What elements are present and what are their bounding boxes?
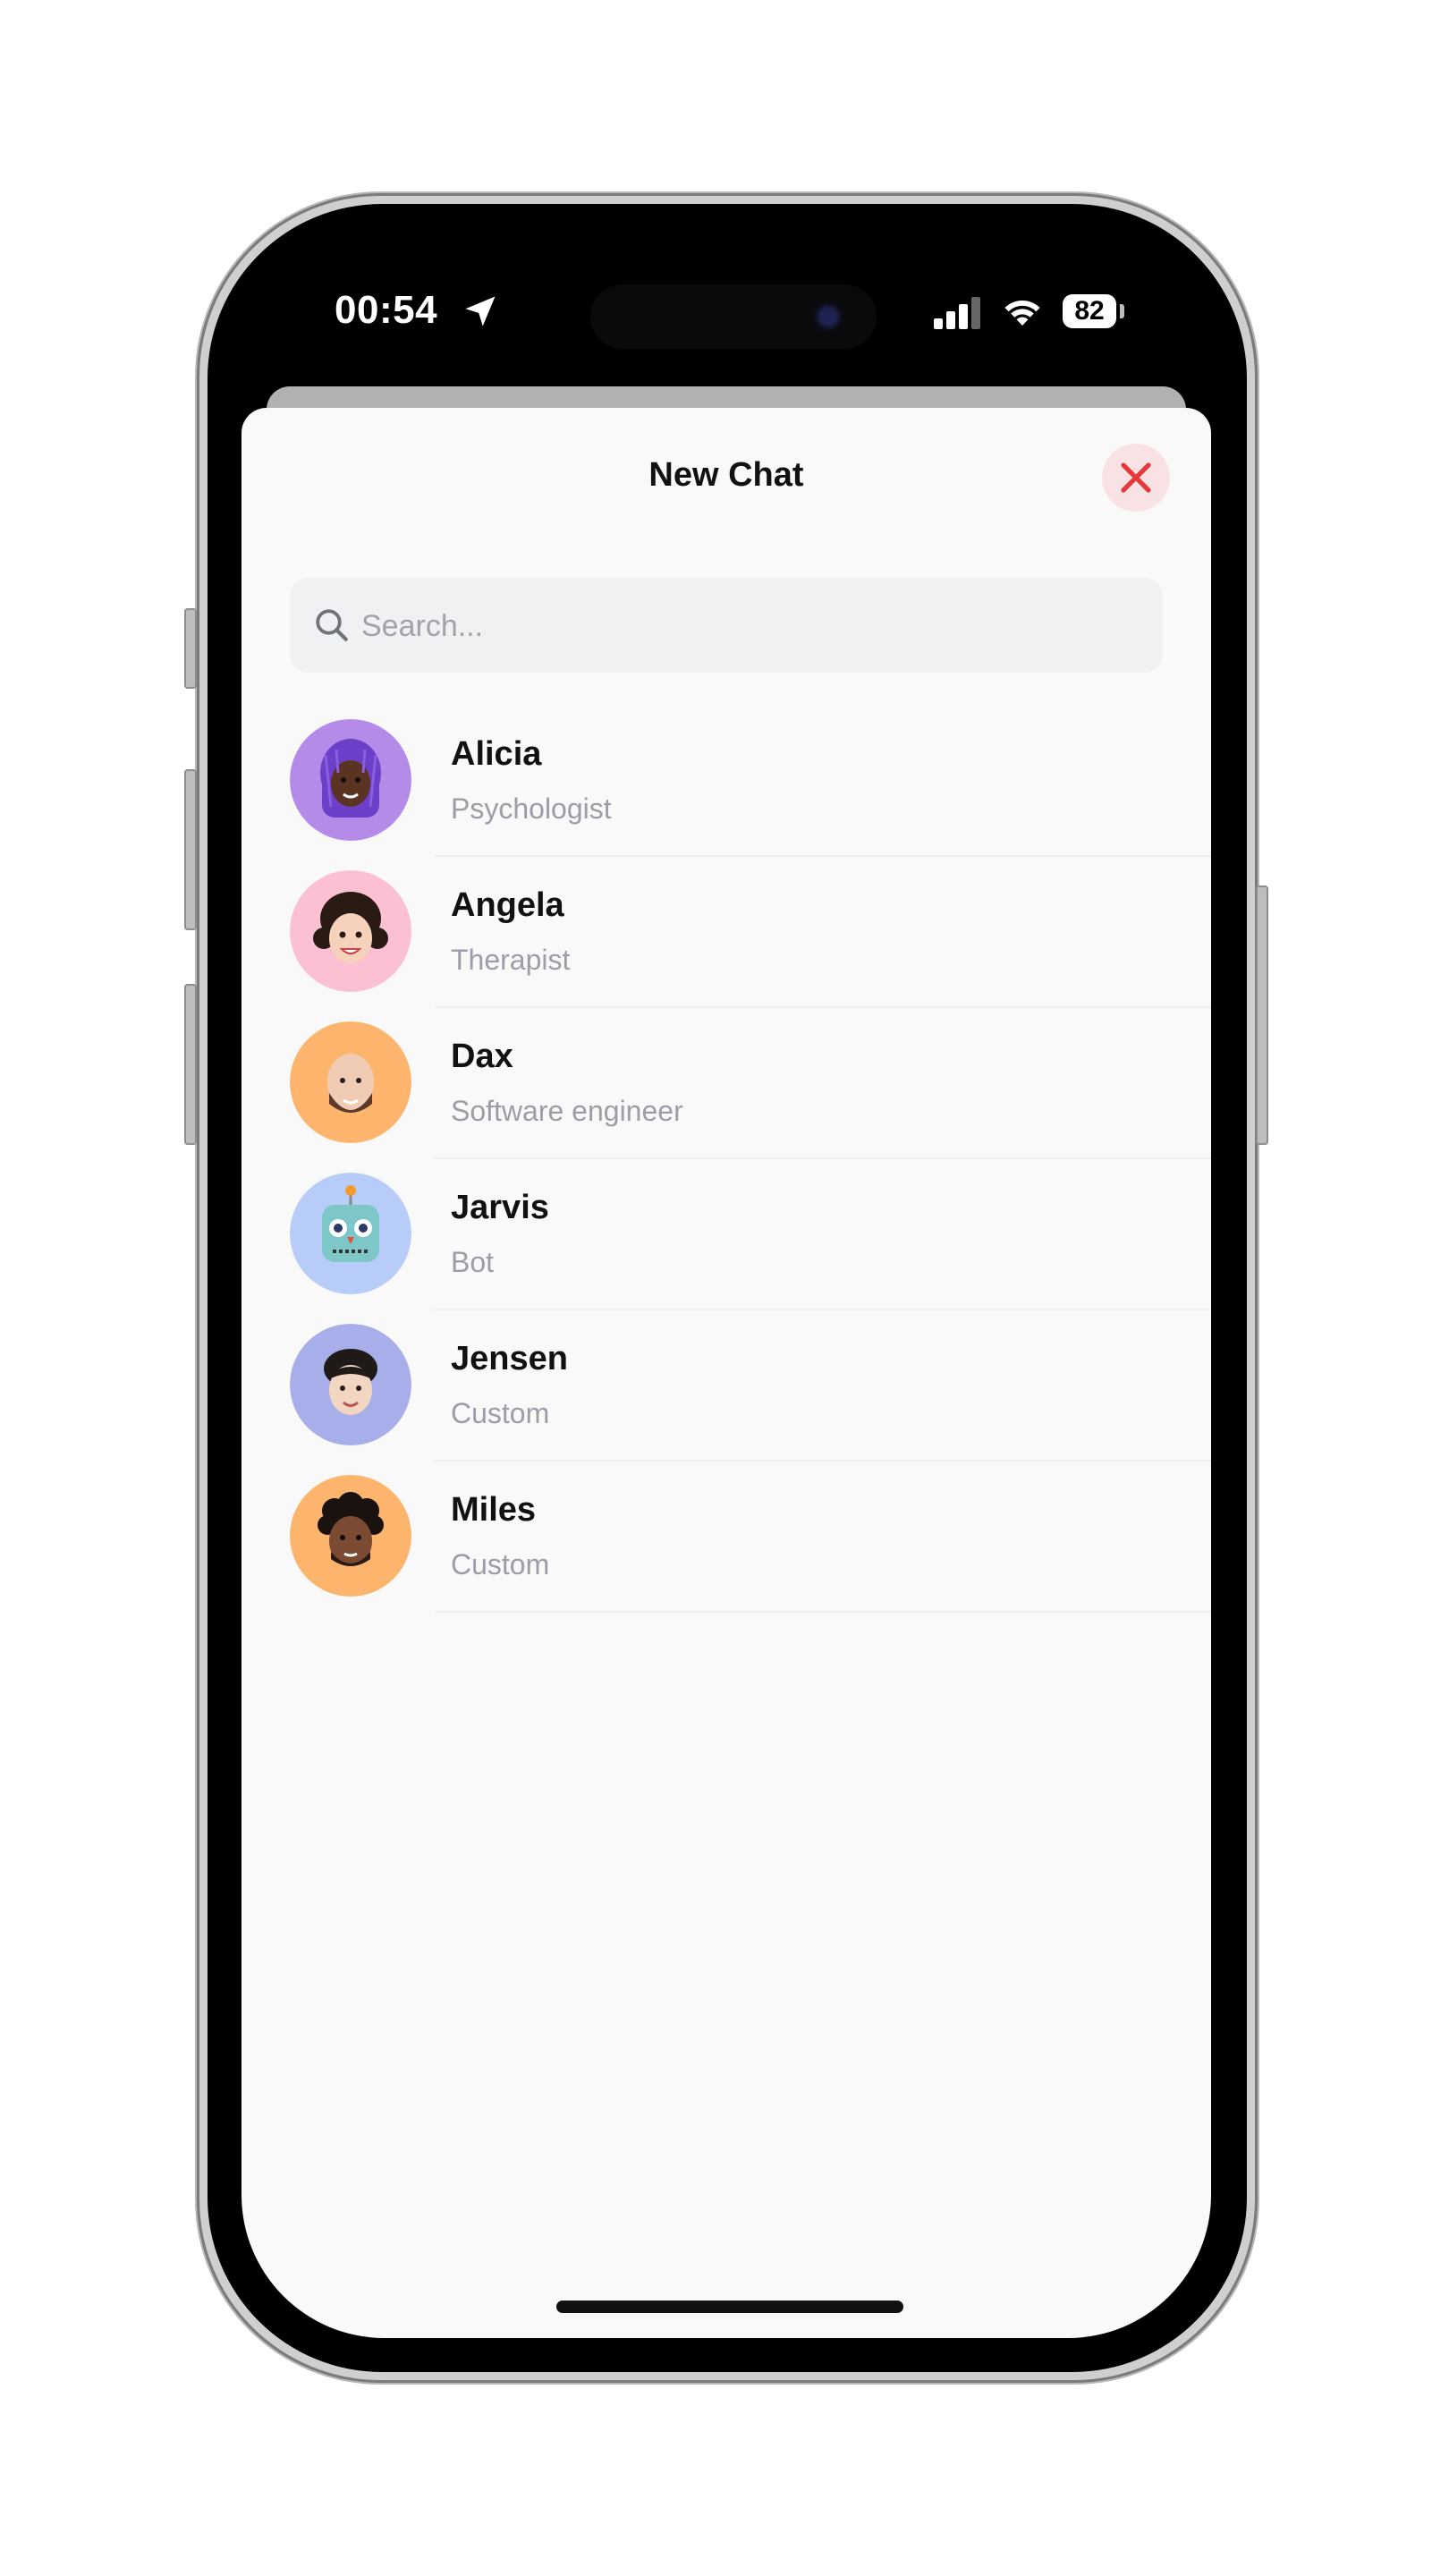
contact-row-dax[interactable]: Dax Software engineer	[242, 1021, 1211, 1173]
volume-up-button	[184, 769, 197, 930]
home-indicator[interactable]	[556, 2301, 903, 2313]
memoji-woman-purple-hair-icon	[290, 719, 411, 841]
phone-screen: 00:54 82 New Chat Search... Alicia Psych…	[242, 238, 1211, 2338]
contact-row-jensen[interactable]: Jensen Custom	[242, 1324, 1211, 1475]
row-divider	[435, 1006, 1211, 1008]
status-time: 00:54	[335, 288, 438, 332]
memoji-bald-man-beard-icon	[290, 1021, 411, 1143]
contact-role: Custom	[451, 1548, 550, 1580]
contact-role: Custom	[451, 1397, 550, 1429]
cellular-signal-icon	[934, 297, 980, 329]
contact-name: Jarvis	[451, 1189, 549, 1226]
contact-row-angela[interactable]: Angela Therapist	[242, 870, 1211, 1021]
row-divider	[435, 1157, 1211, 1159]
contact-role: Psychologist	[451, 792, 612, 825]
search-input[interactable]	[360, 578, 1132, 674]
close-icon	[1121, 462, 1151, 493]
battery-tip	[1120, 304, 1124, 318]
avatar-alicia	[290, 719, 411, 841]
memoji-woman-dark-hair-icon	[290, 870, 411, 992]
contact-list: Alicia Psychologist Angela Therapist Dax…	[242, 719, 1211, 1626]
row-divider	[435, 1611, 1211, 1613]
silent-switch	[184, 608, 197, 689]
row-divider	[435, 1309, 1211, 1310]
contact-row-miles[interactable]: Miles Custom	[242, 1475, 1211, 1626]
contact-name: Alicia	[451, 735, 542, 773]
search-icon	[316, 609, 348, 641]
contact-row-jarvis[interactable]: Jarvis Bot	[242, 1173, 1211, 1324]
contact-role: Therapist	[451, 944, 571, 976]
sheet-title: New Chat	[648, 456, 804, 494]
contact-role: Bot	[451, 1246, 495, 1278]
avatar-jarvis	[290, 1173, 411, 1294]
power-button	[1256, 886, 1268, 1145]
close-button[interactable]	[1102, 444, 1170, 512]
contact-name: Dax	[451, 1038, 513, 1075]
contact-role: Software engineer	[451, 1095, 683, 1127]
row-divider	[435, 1460, 1211, 1462]
wifi-icon	[1004, 300, 1040, 326]
contact-name: Jensen	[451, 1340, 568, 1377]
avatar-miles	[290, 1475, 411, 1597]
row-divider	[435, 855, 1211, 857]
contact-name: Angela	[451, 886, 564, 924]
battery-indicator: 82	[1063, 294, 1116, 328]
memoji-man-curly-hair-icon	[290, 1475, 411, 1597]
avatar-angela	[290, 870, 411, 992]
contact-name: Miles	[451, 1491, 537, 1529]
avatar-jensen	[290, 1324, 411, 1445]
volume-down-button	[184, 984, 197, 1145]
new-chat-sheet: New Chat Search... Alicia Psychologist A…	[242, 408, 1211, 2338]
robot-icon	[290, 1173, 411, 1294]
search-bar[interactable]	[290, 578, 1163, 674]
location-arrow-icon	[465, 296, 496, 326]
contact-row-alicia[interactable]: Alicia Psychologist	[242, 719, 1211, 870]
memoji-man-dark-hair-icon	[290, 1324, 411, 1445]
front-camera	[810, 299, 846, 335]
avatar-dax	[290, 1021, 411, 1143]
